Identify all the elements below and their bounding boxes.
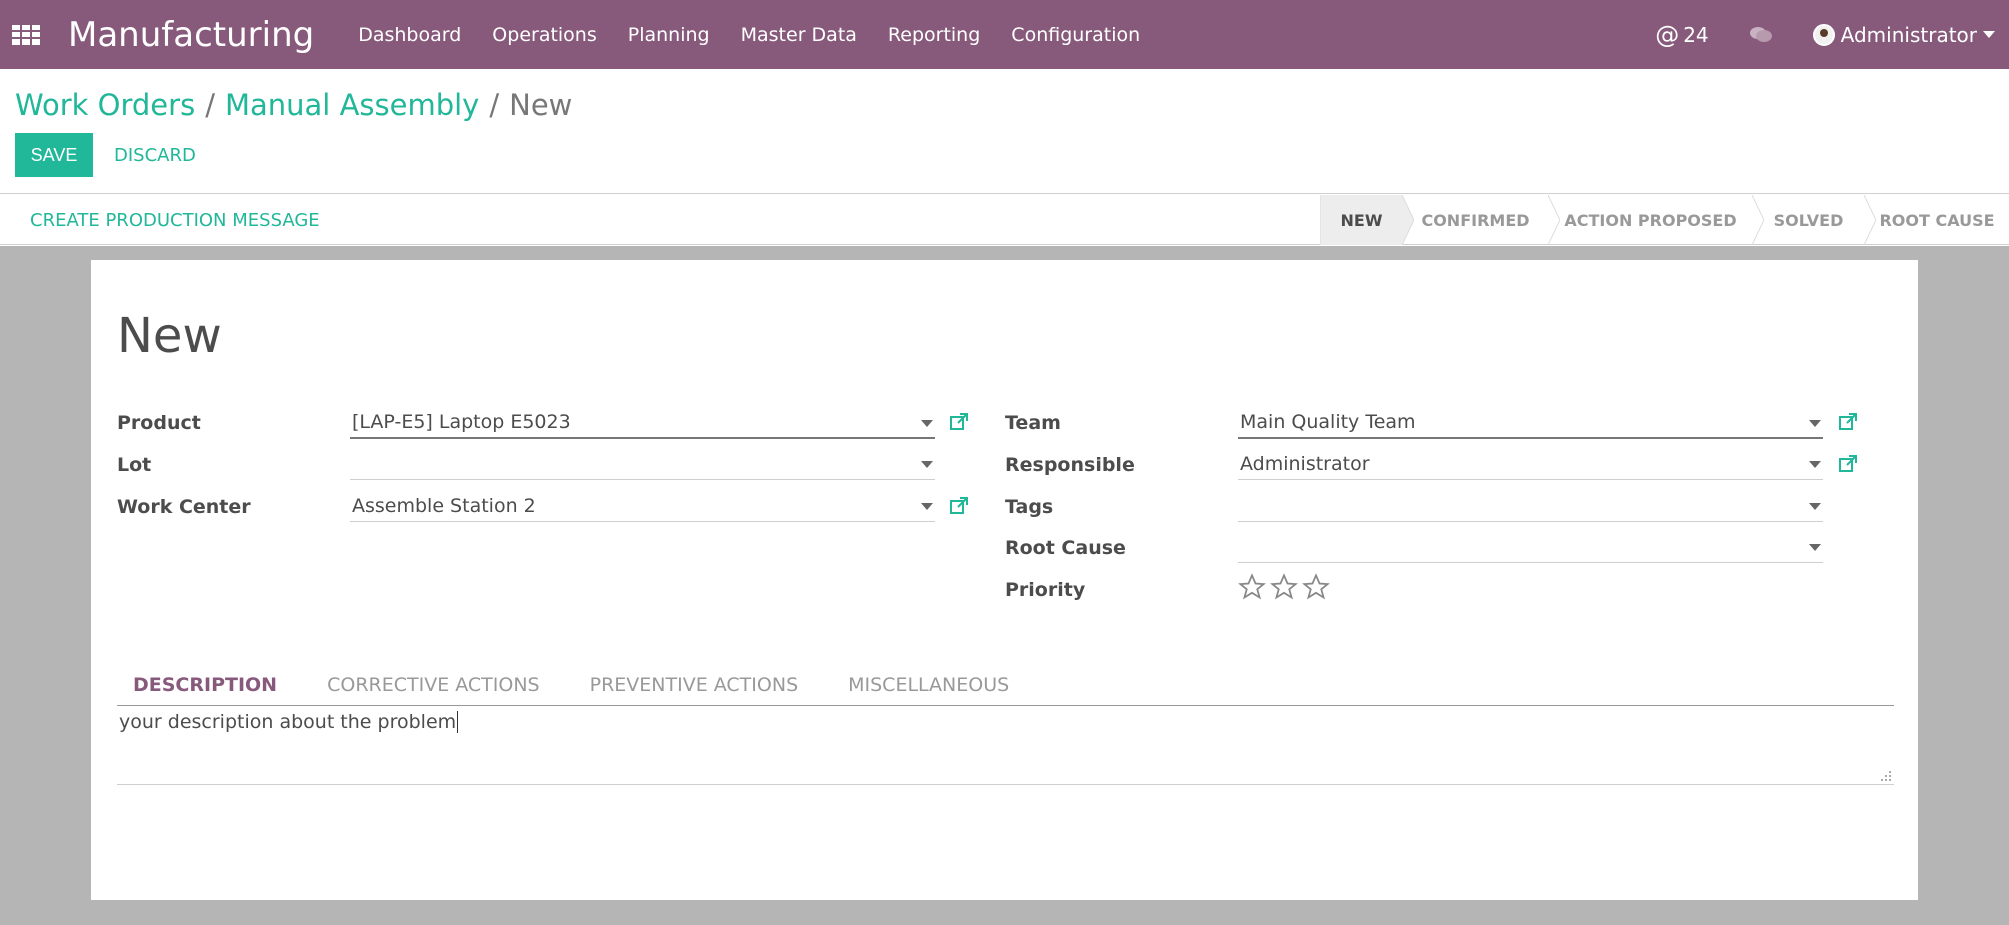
product-field[interactable]: [LAP-E5] Laptop E5023 [350, 407, 935, 439]
external-link-icon[interactable] [949, 412, 969, 432]
form-sheet: New Product [LAP-E5] Laptop E5023 Lot Wo… [91, 260, 1918, 900]
stage-confirmed[interactable]: CONFIRMED [1402, 195, 1560, 245]
menu-item-configuration[interactable]: Configuration [1011, 24, 1140, 46]
user-menu[interactable]: Administrator [1812, 22, 1995, 47]
main-menu: Dashboard Operations Planning Master Dat… [358, 24, 1171, 46]
caret-down-icon[interactable] [921, 461, 933, 468]
team-label: Team [1005, 412, 1061, 434]
team-value: Main Quality Team [1240, 411, 1416, 433]
control-panel: Work Orders / Manual Assembly / New SAVE… [0, 69, 2009, 194]
priority-stars [1238, 573, 1334, 601]
work-center-value: Assemble Station 2 [352, 494, 536, 517]
tags-field[interactable] [1238, 490, 1823, 522]
user-name: Administrator [1840, 22, 1977, 47]
external-link-icon[interactable] [949, 496, 969, 516]
stage-solved[interactable]: SOLVED [1752, 195, 1876, 245]
status-bar: CREATE PRODUCTION MESSAGE NEW CONFIRMED … [0, 195, 2009, 245]
root-cause-label: Root Cause [1005, 537, 1126, 559]
save-button[interactable]: SAVE [15, 133, 93, 177]
discard-button[interactable]: DISCARD [114, 133, 196, 177]
record-title: New [117, 308, 222, 364]
tab-description[interactable]: DESCRIPTION [117, 664, 293, 705]
caret-down-icon[interactable] [921, 503, 933, 510]
caret-down-icon[interactable] [1809, 544, 1821, 551]
stage-action-proposed[interactable]: ACTION PROPOSED [1548, 195, 1764, 245]
breadcrumb-current: New [509, 88, 573, 122]
caret-down-icon[interactable] [1809, 503, 1821, 510]
stage-label: ROOT CAUSE [1879, 210, 1995, 230]
responsible-label: Responsible [1005, 454, 1135, 476]
menu-item-planning[interactable]: Planning [628, 24, 710, 46]
menu-item-master-data[interactable]: Master Data [741, 24, 857, 46]
top-navbar: Manufacturing Dashboard Operations Plann… [0, 0, 2009, 69]
stage-pipeline: NEW CONFIRMED ACTION PROPOSED SOLVED ROO… [1320, 195, 2009, 245]
chevron-right-icon [1548, 195, 1560, 245]
breadcrumb-separator: / [205, 88, 215, 122]
breadcrumb-work-orders[interactable]: Work Orders [15, 88, 195, 122]
avatar [1812, 23, 1835, 46]
breadcrumb-separator: / [489, 88, 500, 122]
mentions-button[interactable]: @ 24 [1655, 21, 1708, 49]
systray: @ 24 Administrator [1655, 0, 2009, 69]
mention-count: 24 [1683, 22, 1709, 47]
external-link-icon[interactable] [1838, 454, 1858, 474]
stage-new[interactable]: NEW [1320, 195, 1414, 245]
star-outline-icon[interactable] [1302, 573, 1330, 601]
star-outline-icon[interactable] [1270, 573, 1298, 601]
create-production-message-button[interactable]: CREATE PRODUCTION MESSAGE [30, 195, 320, 245]
caret-down-icon[interactable] [1809, 420, 1821, 427]
at-sign-icon: @ [1655, 20, 1680, 49]
caret-down-icon [1983, 31, 1995, 38]
root-cause-field[interactable] [1238, 531, 1823, 563]
apps-menu-icon[interactable] [12, 24, 40, 45]
chevron-right-icon [1752, 195, 1764, 245]
menu-item-reporting[interactable]: Reporting [888, 24, 980, 46]
menu-item-operations[interactable]: Operations [492, 24, 596, 46]
breadcrumb-manual-assembly[interactable]: Manual Assembly [225, 88, 479, 122]
work-center-label: Work Center [117, 496, 251, 518]
priority-label: Priority [1005, 579, 1086, 601]
lot-label: Lot [117, 454, 152, 476]
stage-root-cause[interactable]: ROOT CAUSE [1864, 195, 2009, 245]
stage-label: NEW [1340, 210, 1383, 230]
app-title: Manufacturing [68, 14, 315, 55]
external-link-icon[interactable] [1838, 412, 1858, 432]
notebook-tabs: DESCRIPTION CORRECTIVE ACTIONS PREVENTIV… [117, 664, 1894, 706]
text-cursor [457, 711, 459, 733]
star-outline-icon[interactable] [1238, 573, 1266, 601]
breadcrumb: Work Orders / Manual Assembly / New [15, 88, 572, 122]
stage-label: SOLVED [1773, 210, 1844, 230]
responsible-value: Administrator [1240, 452, 1370, 475]
tags-label: Tags [1005, 496, 1054, 518]
work-center-field[interactable]: Assemble Station 2 [350, 490, 935, 522]
resize-handle-icon[interactable] [1878, 768, 1892, 782]
team-field[interactable]: Main Quality Team [1238, 407, 1823, 439]
tab-corrective-actions[interactable]: CORRECTIVE ACTIONS [327, 664, 556, 705]
chevron-right-icon [1864, 195, 1876, 245]
tab-miscellaneous[interactable]: MISCELLANEOUS [848, 664, 1025, 705]
caret-down-icon[interactable] [1809, 461, 1821, 468]
stage-label: CONFIRMED [1421, 210, 1530, 230]
description-text: your description about the problem [119, 711, 457, 733]
caret-down-icon[interactable] [921, 420, 933, 427]
chat-bubble-icon[interactable] [1749, 26, 1773, 44]
stage-label: ACTION PROPOSED [1564, 210, 1737, 230]
product-label: Product [117, 412, 201, 434]
description-textarea[interactable]: your description about the problem [117, 707, 1894, 785]
product-value: [LAP-E5] Laptop E5023 [352, 411, 571, 433]
menu-item-dashboard[interactable]: Dashboard [358, 24, 461, 46]
tab-preventive-actions[interactable]: PREVENTIVE ACTIONS [590, 664, 815, 705]
lot-field[interactable] [350, 448, 935, 480]
chevron-right-icon [1402, 195, 1414, 245]
responsible-field[interactable]: Administrator [1238, 448, 1823, 480]
